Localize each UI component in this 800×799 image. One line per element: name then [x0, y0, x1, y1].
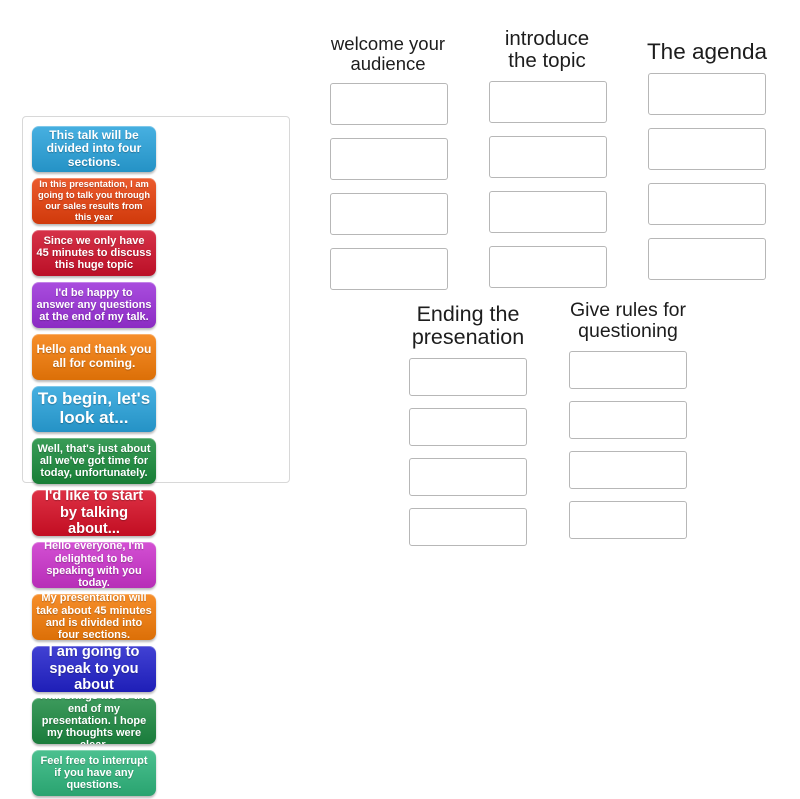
tile-label: In this presentation, I am going to talk…: [37, 179, 151, 222]
drop-slot[interactable]: [409, 508, 527, 546]
draggable-tile[interactable]: Since we only have 45 minutes to discuss…: [32, 230, 156, 276]
drop-slot[interactable]: [409, 358, 527, 396]
group-title: introduce the topic: [504, 27, 590, 72]
drop-slot[interactable]: [330, 247, 448, 290]
draggable-tile[interactable]: To begin, let's look at...: [32, 386, 156, 432]
group-title: Give rules for questioning: [570, 299, 686, 342]
drop-group-give-rules-for-questioning: Give rules for questioning: [552, 300, 704, 551]
draggable-tile[interactable]: This talk will be divided into four sect…: [32, 126, 156, 172]
tile-label: This talk will be divided into four sect…: [46, 127, 142, 169]
answer-tiles-tray[interactable]: This talk will be divided into four sect…: [22, 116, 290, 796]
drop-slot[interactable]: [648, 128, 766, 171]
group-title: The agenda: [646, 39, 768, 64]
tile-label: Well, that's just about all we've got ti…: [37, 442, 151, 480]
tile-label: To begin, let's look at...: [37, 389, 151, 427]
draggable-tile[interactable]: Well, that's just about all we've got ti…: [32, 438, 156, 484]
group-title: Ending the presenation: [411, 302, 525, 349]
tile-label: My presentation will take about 45 minut…: [36, 594, 152, 640]
drop-group-ending-the-presentation: Ending the presenation: [392, 302, 544, 558]
tile-grid: This talk will be divided into four sect…: [28, 123, 284, 799]
drop-slot[interactable]: [330, 137, 448, 180]
draggable-tile[interactable]: I'd like to start by talking about...: [32, 490, 156, 536]
draggable-tile[interactable]: Hello everyone, I'm delighted to be spea…: [32, 542, 156, 588]
tile-label: I'd like to start by talking about...: [44, 490, 144, 536]
drop-group-introduce-the-topic: introduce the topic: [472, 28, 622, 301]
drop-group-welcome-your-audience: welcome your audience: [313, 34, 463, 303]
drop-slot[interactable]: [648, 238, 766, 281]
tile-label: That brings me to the end of my presenta…: [38, 698, 150, 744]
draggable-tile[interactable]: That brings me to the end of my presenta…: [32, 698, 156, 744]
tile-label: Feel free to interrupt if you have any q…: [40, 754, 148, 792]
drop-slot[interactable]: [569, 350, 687, 389]
drop-slot[interactable]: [489, 135, 607, 178]
drop-slot[interactable]: [489, 190, 607, 233]
drop-slot[interactable]: [569, 500, 687, 539]
drop-slot[interactable]: [569, 450, 687, 489]
tile-label: I am going to speak to you about: [48, 646, 140, 692]
tile-label: Since we only have 45 minutes to discuss…: [36, 234, 152, 272]
draggable-tile[interactable]: I'd be happy to answer any questions at …: [32, 282, 156, 328]
tile-label: Hello and thank you all for coming.: [36, 342, 152, 370]
draggable-tile[interactable]: Feel free to interrupt if you have any q…: [32, 750, 156, 796]
draggable-tile[interactable]: In this presentation, I am going to talk…: [32, 178, 156, 224]
drop-group-the-agenda: The agenda: [631, 39, 783, 293]
tile-label: Hello everyone, I'm delighted to be spea…: [44, 542, 144, 588]
drop-slot[interactable]: [648, 183, 766, 226]
drop-slot[interactable]: [489, 245, 607, 288]
drop-slot[interactable]: [330, 82, 448, 125]
draggable-tile[interactable]: I am going to speak to you about: [32, 646, 156, 692]
drop-slot[interactable]: [409, 458, 527, 496]
draggable-tile[interactable]: My presentation will take about 45 minut…: [32, 594, 156, 640]
drop-slot[interactable]: [330, 192, 448, 235]
drop-slot[interactable]: [569, 400, 687, 439]
draggable-tile[interactable]: Hello and thank you all for coming.: [32, 334, 156, 380]
tile-label: I'd be happy to answer any questions at …: [36, 286, 152, 324]
group-title: welcome your audience: [330, 33, 446, 74]
drop-slot[interactable]: [648, 73, 766, 116]
drop-slot[interactable]: [409, 408, 527, 446]
drop-slot[interactable]: [489, 80, 607, 123]
